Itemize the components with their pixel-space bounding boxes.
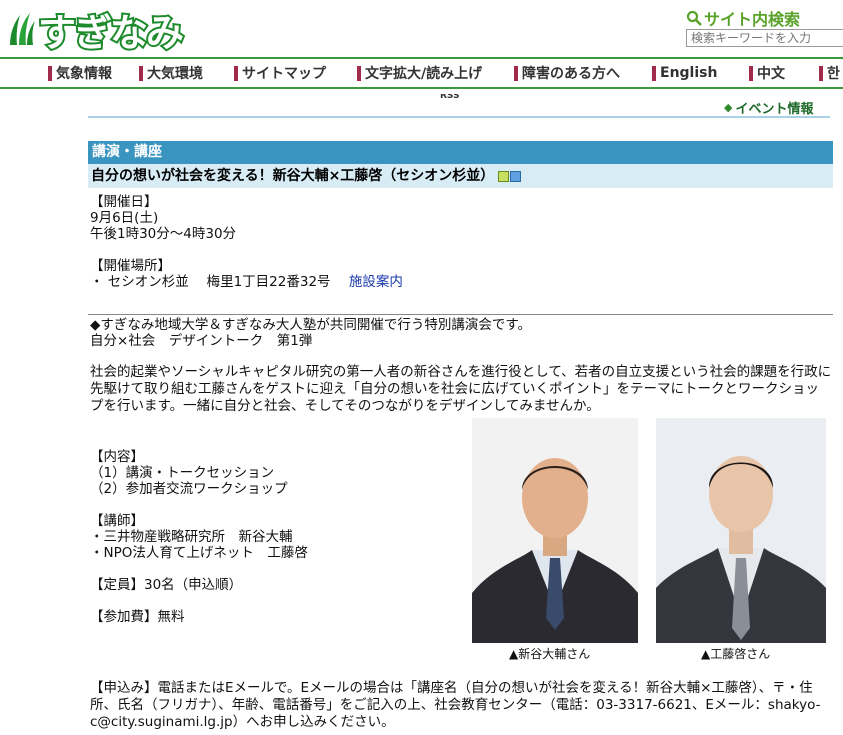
nav-label: 障害のある方へ — [522, 66, 620, 82]
application-info: 【申込み】電話またはEメールで。Eメールの場合は「講座名（自分の想いが社会を変え… — [90, 680, 821, 730]
photo-caption: ▲新谷大輔さん — [509, 647, 591, 661]
site-search-label: サイト内検索 — [704, 10, 801, 29]
nav-label: サイトマップ — [242, 66, 326, 82]
nav-korean[interactable]: 한 — [819, 65, 840, 82]
nav-accessibility[interactable]: 障害のある方へ — [514, 65, 620, 82]
facility-link[interactable]: 施設案内 — [349, 274, 403, 290]
site-logo[interactable]: すぎなみ — [6, 5, 186, 57]
nav-text-size-readaloud[interactable]: 文字拡大/読み上げ — [357, 65, 483, 82]
info-badge-icon — [510, 170, 522, 182]
nav-marker — [749, 65, 753, 81]
description-intro: ◆すぎなみ地域大学＆すぎなみ大人塾が共同開催で行う特別講演会です。 — [90, 317, 532, 333]
description-paragraph: 社会的起業やソーシャルキャピタル研究の第一人者の新谷さんを進行役として、若者の自… — [90, 364, 832, 414]
speaker-photo-shintani — [472, 418, 638, 643]
date-heading: 【開催日】 — [90, 194, 158, 210]
nav-label: 気象情報 — [56, 66, 112, 82]
nav-marker — [652, 65, 656, 81]
site-search-title: サイト内検索 — [686, 6, 800, 30]
nav-label: 大気環境 — [147, 66, 203, 82]
content-item: （2）参加者交流ワークショップ — [90, 481, 288, 497]
nav-marker — [514, 65, 518, 81]
venue-row: ・ セシオン杉並 梅里1丁目22番32号 施設案内 — [90, 274, 403, 291]
nav-air-environment[interactable]: 大気環境 — [139, 65, 203, 82]
event-icons — [498, 170, 522, 182]
content-item: （1）講演・トークセッション — [90, 465, 275, 481]
nav-chinese[interactable]: 中文 — [749, 65, 785, 82]
category-heading: 講演・講座 — [88, 141, 833, 164]
event-title-bar: 自分の想いが社会を変える！新谷大輔×工藤啓（セシオン杉並） — [88, 164, 833, 188]
lecturer-item: ・NPO法人育て上げネット 工藤啓 — [90, 545, 308, 561]
grass-logo-icon — [10, 13, 35, 45]
nav-english[interactable]: English — [652, 65, 717, 81]
venue-heading: 【開催場所】 — [90, 258, 171, 274]
event-date: 9月6日(土) — [90, 210, 159, 226]
nav-marker — [357, 65, 361, 81]
event-time: 午後1時30分～4時30分 — [90, 226, 237, 242]
nav-weather[interactable]: 気象情報 — [48, 65, 112, 82]
nav-marker — [139, 65, 143, 81]
logo-text: すぎなみ — [36, 9, 186, 57]
event-title: 自分の想いが社会を変える！新谷大輔×工藤啓（セシオン杉並） — [91, 168, 495, 184]
nav-label: 한 — [827, 66, 840, 82]
portrait-image — [472, 418, 638, 643]
nav-marker — [48, 65, 52, 81]
content-heading: 【内容】 — [90, 449, 144, 465]
nav-marker — [819, 65, 823, 81]
event-info-link[interactable]: ◆ イベント情報 — [724, 98, 813, 117]
venue-place: ・ セシオン杉並 梅里1丁目22番32号 — [90, 274, 331, 290]
global-nav: 気象情報 大気環境 サイトマップ 文字拡大/読み上げ 障害のある方へ Engli… — [0, 57, 843, 89]
lecturer-item: ・三井物産戦略研究所 新谷大輔 — [90, 529, 293, 545]
divider — [88, 116, 830, 118]
capacity: 【定員】30名（申込順） — [90, 577, 243, 593]
nav-label: 文字拡大/読み上げ — [365, 66, 483, 82]
rss-link[interactable]: RSS — [440, 94, 460, 100]
nav-marker — [234, 65, 238, 81]
nav-label: 中文 — [757, 66, 785, 82]
description-subtitle: 自分×社会 デザイントーク 第1弾 — [90, 333, 313, 349]
portrait-image — [656, 418, 826, 643]
nav-label: English — [660, 65, 718, 81]
category-badge-icon — [498, 170, 510, 182]
speaker-photo-kudo — [656, 418, 826, 643]
nav-sitemap[interactable]: サイトマップ — [234, 65, 326, 82]
photo-caption: ▲工藤啓さん — [701, 647, 771, 661]
search-icon — [686, 10, 702, 26]
fee: 【参加費】無料 — [90, 609, 185, 625]
search-input[interactable] — [686, 29, 843, 47]
lecturers-heading: 【講師】 — [90, 513, 144, 529]
event-info-label: イベント情報 — [735, 102, 814, 117]
divider — [88, 314, 833, 315]
diamond-icon: ◆ — [724, 101, 733, 114]
